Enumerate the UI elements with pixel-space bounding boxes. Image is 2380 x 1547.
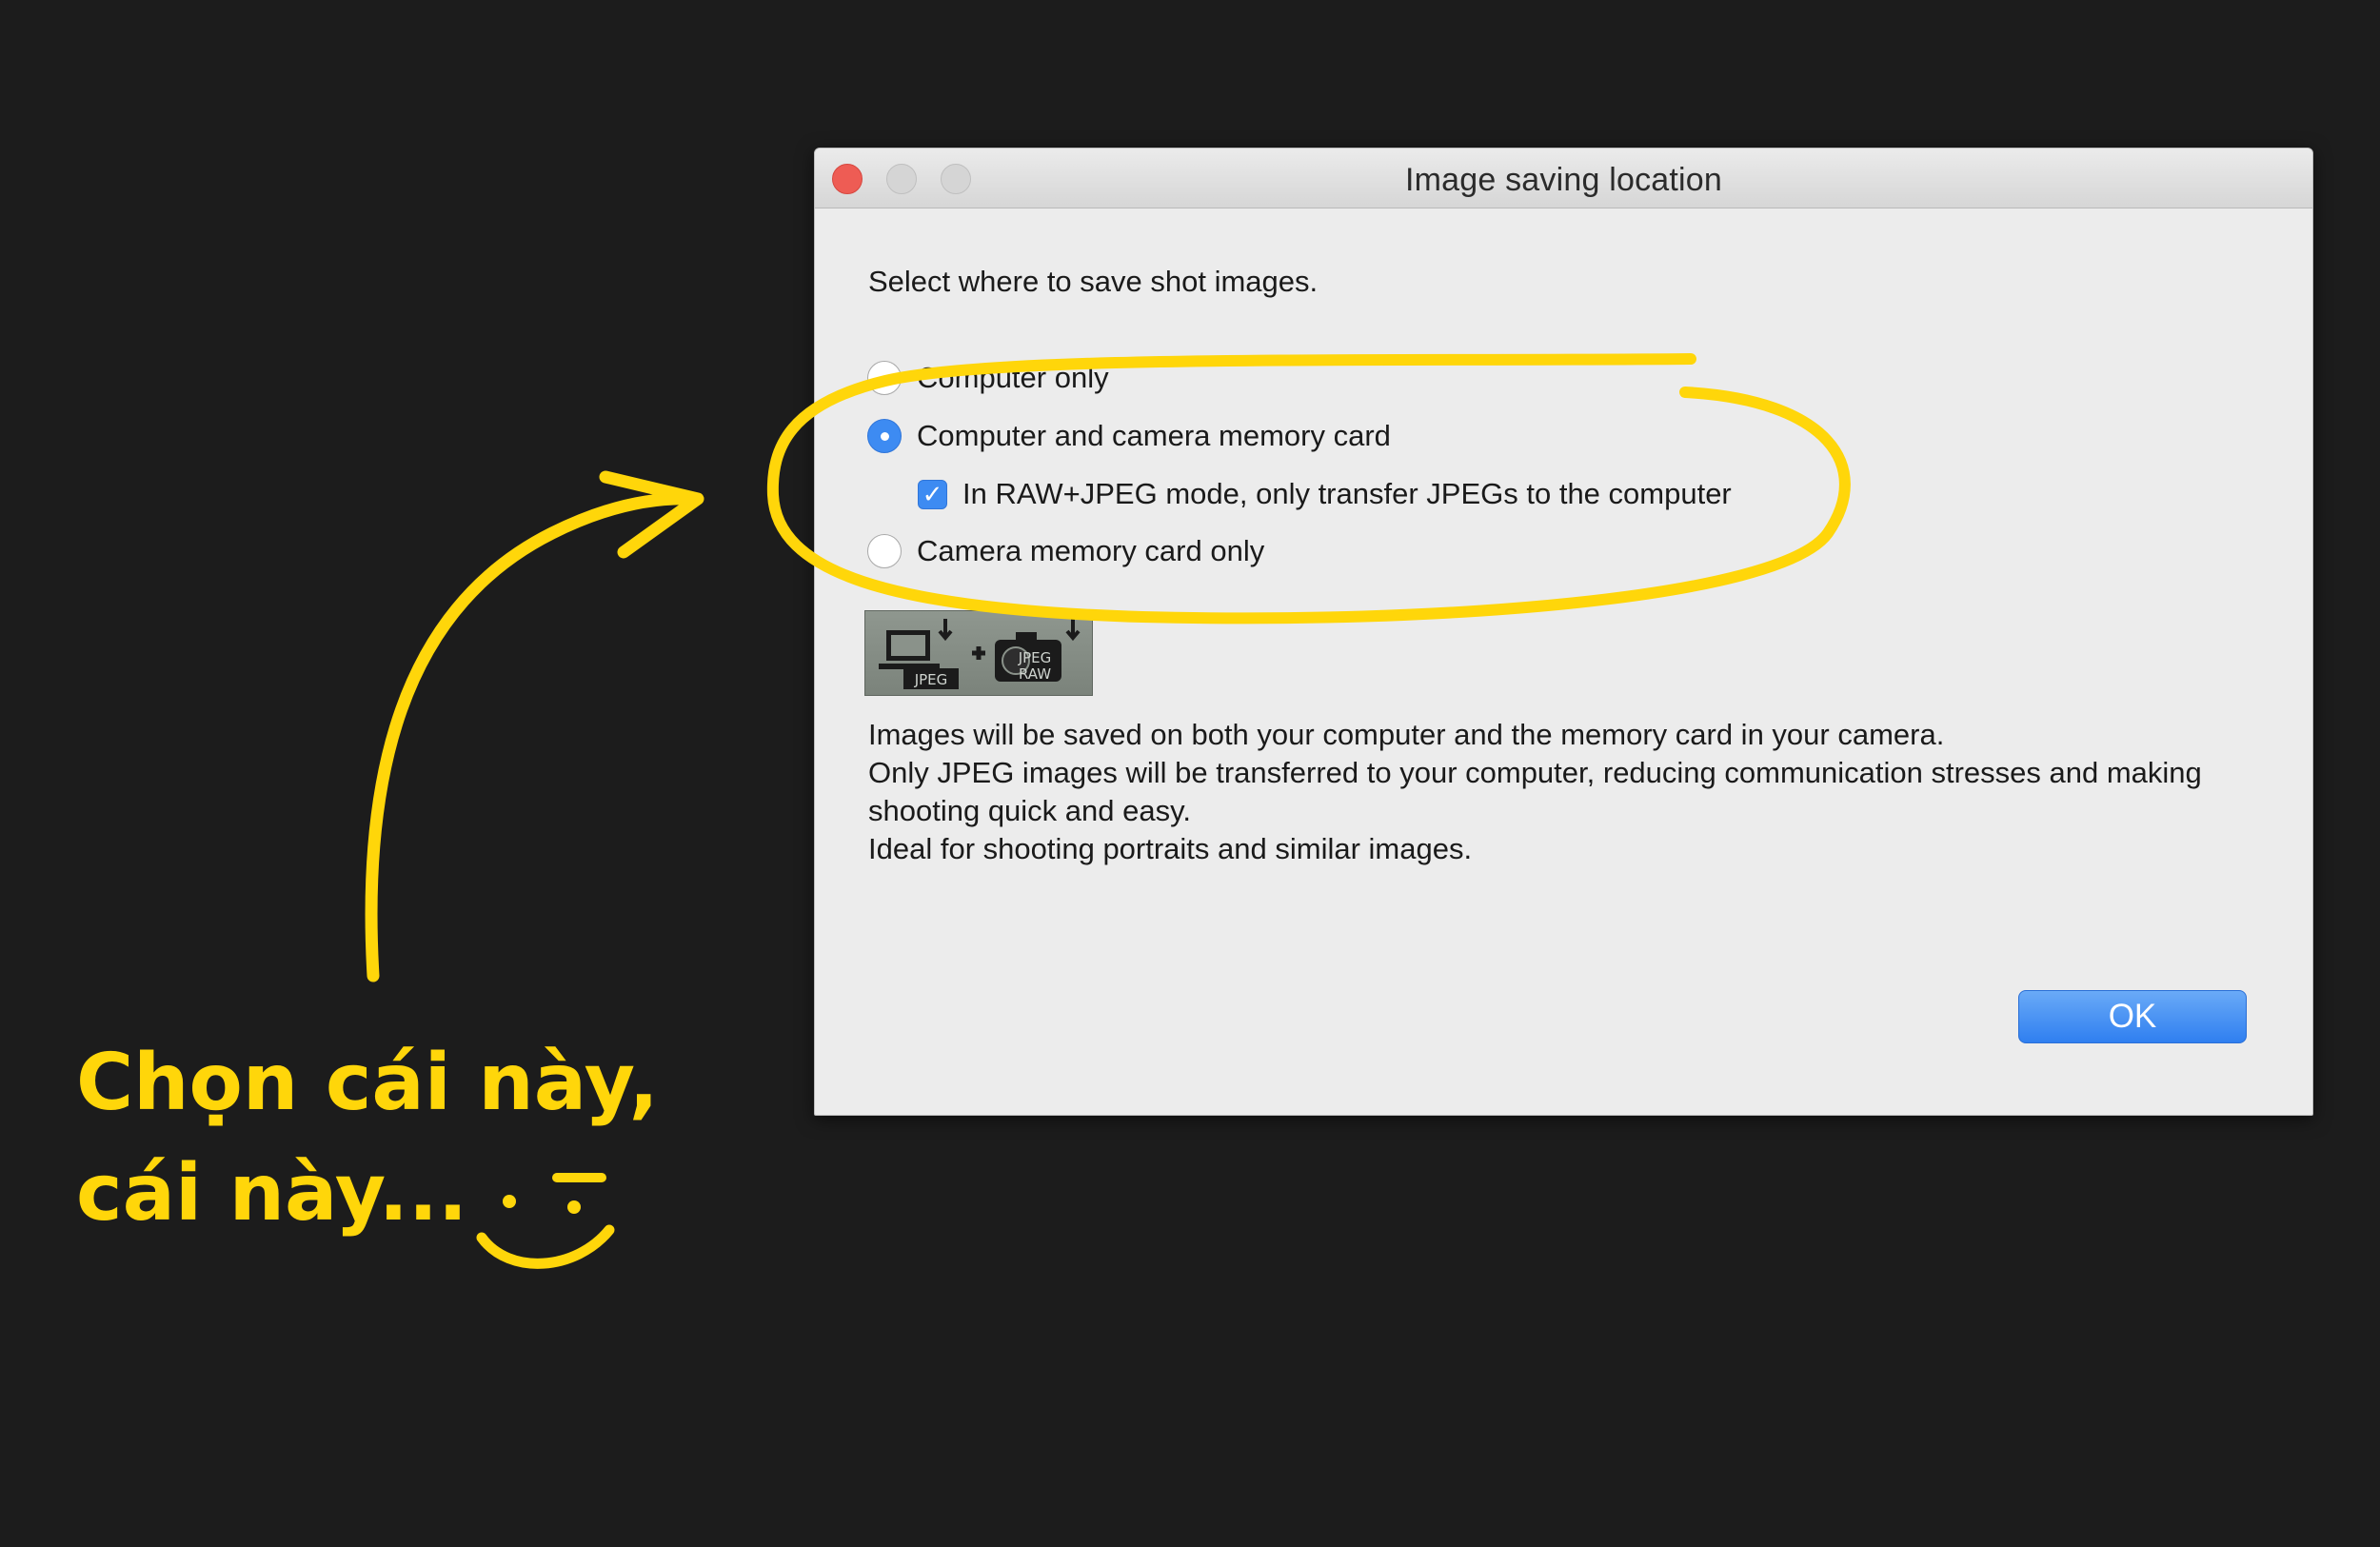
checkmark-icon[interactable]: ✓	[918, 479, 947, 509]
arrowhead-icon	[599, 470, 704, 559]
prompt-text: Select where to save shot images.	[868, 265, 1319, 298]
download-arrow-icon	[1065, 619, 1081, 642]
save-mode-icon: JPEG JPEG RAW	[864, 610, 1093, 696]
radio-button[interactable]	[867, 361, 902, 395]
option-card-only[interactable]: Camera memory card only	[867, 531, 1264, 571]
description-line: Only JPEG images will be transferred to …	[868, 756, 2202, 827]
caption-line-2: cái này...	[76, 1148, 468, 1239]
description-line: Images will be saved on both your comput…	[868, 718, 1945, 751]
ok-button[interactable]: OK	[2018, 990, 2247, 1043]
checkbox-label: In RAW+JPEG mode, only transfer JPEGs to…	[962, 477, 1732, 510]
option-label: Computer and camera memory card	[917, 419, 1391, 452]
title-bar: Image saving location	[815, 149, 2312, 208]
option-computer-and-card[interactable]: Computer and camera memory card	[867, 416, 1391, 456]
radio-button-selected[interactable]	[867, 419, 902, 453]
window-title: Image saving location	[1404, 162, 1723, 198]
option-label: Camera memory card only	[917, 534, 1265, 567]
curved-arrow-icon	[365, 492, 702, 982]
image-saving-location-dialog: Image saving location Select where to sa…	[814, 148, 2313, 1116]
description-line: Ideal for shooting portraits and similar…	[868, 832, 1473, 865]
option-computer-only[interactable]: Computer only	[867, 358, 1109, 398]
computer-tag-text: JPEG	[914, 671, 948, 688]
option-label: Computer only	[917, 361, 1109, 394]
computer-plus-camera-icon: JPEG JPEG RAW	[879, 619, 1081, 689]
download-arrow-icon	[938, 619, 953, 642]
annotation-caption: Chọn cái này, cái này...	[76, 1028, 659, 1249]
monitor-screen-shape	[891, 635, 925, 656]
raw-jpeg-transfer-checkbox-row[interactable]: ✓ In RAW+JPEG mode, only transfer JPEGs …	[918, 474, 1732, 514]
plus-icon	[972, 646, 985, 660]
camera-tag-raw: RAW	[1019, 665, 1051, 683]
screen: Image saving location Select where to sa…	[0, 0, 2380, 1547]
camera-prism-shape	[1016, 632, 1037, 642]
radio-button[interactable]	[867, 534, 902, 568]
mode-description: Images will be saved on both your comput…	[868, 716, 2268, 868]
caption-line-1: Chọn cái này,	[76, 1038, 659, 1128]
camera-tag-jpeg: JPEG	[1018, 649, 1052, 666]
